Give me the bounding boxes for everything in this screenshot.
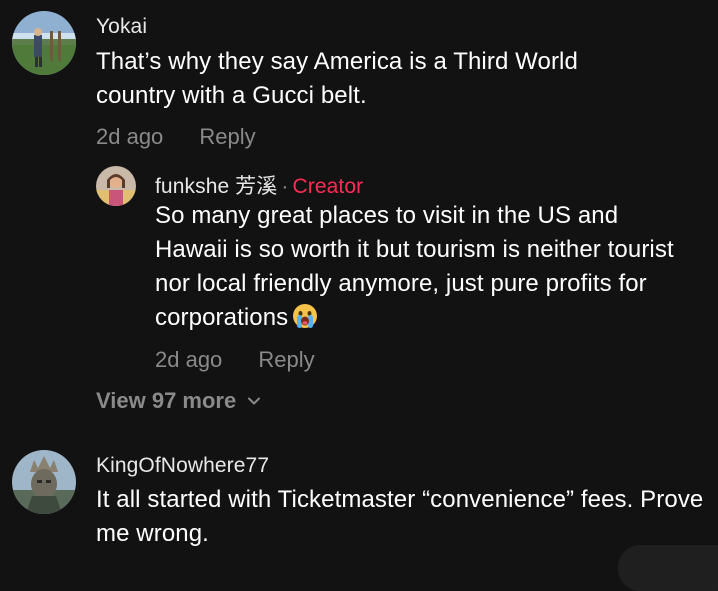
comment-item: Yokai That’s why they say America is a T… — [0, 0, 718, 160]
reply-username[interactable]: funkshe 芳溪 — [155, 175, 277, 198]
avatar[interactable] — [12, 11, 76, 75]
loudly-crying-face-icon — [292, 303, 318, 329]
comment-meta: 2d ago Reply — [96, 124, 256, 150]
reply-timestamp: 2d ago — [155, 347, 223, 372]
reply-username-row: funkshe 芳溪 · Creator — [155, 170, 363, 200]
reply-item: funkshe 芳溪 · Creator So many great places … — [0, 160, 718, 380]
comment-timestamp: 2d ago — [96, 124, 164, 149]
comment-username[interactable]: KingOfNowhere77 — [96, 454, 269, 478]
comment-item: KingOfNowhere77 It all started with Tick… — [0, 440, 718, 561]
reply-text-block: So many great places to visit in the US … — [155, 199, 695, 335]
reply-button[interactable]: Reply — [199, 124, 255, 149]
comment-text: That’s why they say America is a Third W… — [96, 48, 578, 109]
reply-button[interactable]: Reply — [258, 347, 314, 372]
creator-badge: Creator — [292, 175, 364, 198]
chevron-down-icon — [246, 389, 262, 415]
avatar[interactable] — [96, 166, 136, 206]
separator-dot: · — [281, 175, 289, 198]
view-more-replies-button[interactable]: View 97 more — [96, 388, 262, 415]
reply-text: So many great places to visit in the US … — [155, 202, 674, 331]
view-more-label: View 97 more — [96, 388, 237, 413]
avatar[interactable] — [12, 450, 76, 514]
comment-text: It all started with Ticketmaster “conven… — [96, 486, 704, 547]
reply-meta: 2d ago Reply — [155, 347, 315, 373]
comment-input-corner — [618, 545, 718, 591]
comment-username[interactable]: Yokai — [96, 15, 147, 39]
